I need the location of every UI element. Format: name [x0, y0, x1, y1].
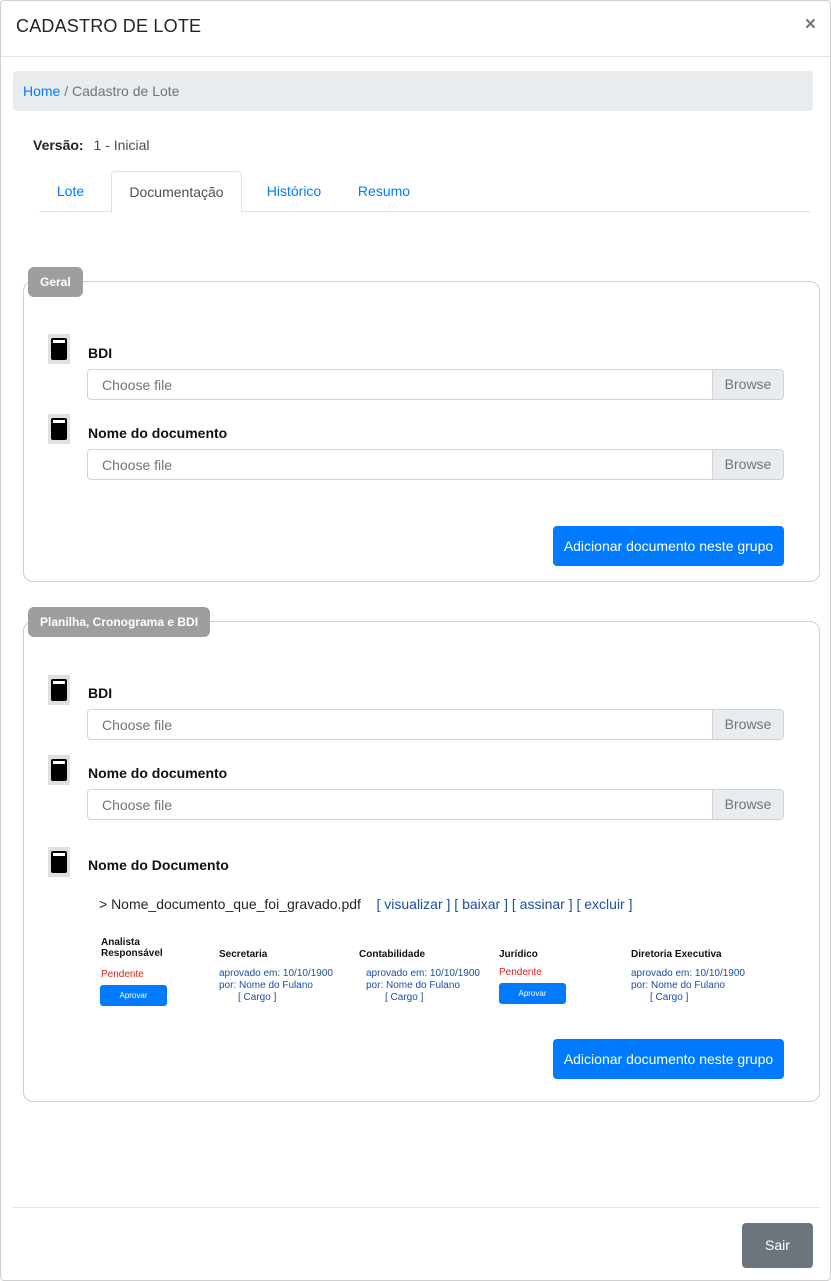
file-input-placeholder: Choose file [102, 457, 173, 473]
file-input-placeholder: Choose file [102, 797, 173, 813]
approval-analista: Analista Responsável Pendente Aprovar [100, 937, 181, 1007]
tab-resumo[interactable]: Resumo [345, 171, 423, 212]
version-label: Versão: [33, 137, 84, 153]
approve-button[interactable]: Aprovar [499, 983, 566, 1004]
approval-date: aprovado em: 10/10/1900 [366, 968, 480, 979]
approve-button[interactable]: Aprovar [100, 985, 167, 1006]
file-input[interactable]: Choose file Browse [87, 789, 784, 820]
uploaded-file-line: > Nome_documento_que_foi_gravado.pdf [ v… [99, 896, 633, 912]
breadcrumb-separator: / [64, 83, 69, 99]
approval-diretoria: Diretoria Executiva aprovado em: 10/10/1… [631, 949, 771, 1004]
tab-historico[interactable]: Histórico [253, 171, 335, 212]
footer-divider [13, 1207, 820, 1208]
uploaded-filename: > Nome_documento_que_foi_gravado.pdf [99, 896, 361, 912]
add-document-button[interactable]: Adicionar documento neste grupo [553, 526, 784, 566]
group-legend-geral: Geral [28, 267, 83, 297]
approval-date: aprovado em: 10/10/1900 [631, 968, 745, 979]
approval-role: Contabilidade [359, 949, 426, 960]
approval-cargo: [ Cargo ] [238, 992, 277, 1003]
breadcrumb-home-link[interactable]: Home [23, 83, 60, 99]
file-input[interactable]: Choose file Browse [87, 709, 784, 740]
approval-role: Diretoria Executiva [631, 949, 722, 960]
exit-button[interactable]: Sair [742, 1223, 813, 1268]
tab-documentacao[interactable]: Documentação [111, 171, 242, 213]
modal-title: CADASTRO DE LOTE [16, 16, 202, 36]
approval-secretaria: Secretaria aprovado em: 10/10/1900 por: … [219, 949, 349, 1004]
sign-link[interactable]: [ assinar ] [512, 896, 573, 912]
approval-role: Jurídico [499, 949, 538, 960]
document-label: BDI [88, 345, 113, 361]
download-link[interactable]: [ baixar ] [454, 896, 508, 912]
file-input[interactable]: Choose file Browse [87, 449, 784, 480]
approval-role: Secretaria [219, 949, 268, 960]
breadcrumb: Home / Cadastro de Lote [13, 71, 813, 111]
delete-link[interactable]: [ excluir ] [576, 896, 632, 912]
approval-by: por: Nome do Fulano [631, 980, 725, 991]
view-link[interactable]: [ visualizar ] [376, 896, 450, 912]
approval-juridico: Jurídico Pendente Aprovar [499, 949, 579, 1009]
approval-status: Pendente [499, 967, 542, 978]
close-button[interactable]: × [805, 15, 816, 35]
group-legend-planilha: Planilha, Cronograma e BDI [28, 607, 211, 637]
version-info: Versão: 1 - Inicial [33, 137, 150, 153]
approval-status: Pendente [101, 969, 144, 980]
approval-by: por: Nome do Fulano [219, 980, 313, 991]
approval-date: aprovado em: 10/10/1900 [219, 968, 333, 979]
approval-cargo: [ Cargo ] [385, 992, 424, 1003]
modal-dialog: CADASTRO DE LOTE × Home / Cadastro de Lo… [0, 0, 831, 1281]
file-input[interactable]: Choose file Browse [87, 369, 784, 400]
file-input-placeholder: Choose file [102, 717, 173, 733]
add-document-button[interactable]: Adicionar documento neste grupo [553, 1039, 784, 1079]
document-label: Nome do documento [88, 425, 228, 441]
approval-by: por: Nome do Fulano [366, 980, 460, 991]
document-icon [48, 334, 70, 364]
document-icon [48, 755, 70, 785]
browse-button[interactable]: Browse [712, 450, 783, 479]
file-input-placeholder: Choose file [102, 377, 173, 393]
approval-contabilidade: Contabilidade aprovado em: 10/10/1900 po… [359, 949, 489, 1004]
modal-header: CADASTRO DE LOTE × [1, 1, 830, 57]
document-icon [48, 675, 70, 705]
browse-button[interactable]: Browse [712, 370, 783, 399]
approval-cargo: [ Cargo ] [650, 992, 689, 1003]
document-icon [48, 847, 70, 877]
document-label: BDI [88, 685, 113, 701]
version-value: 1 - Inicial [93, 137, 150, 153]
approval-role: Analista Responsável [101, 937, 163, 959]
tab-lote[interactable]: Lote [39, 171, 102, 212]
uploaded-document-label: Nome do Documento [88, 857, 229, 873]
breadcrumb-current: Cadastro de Lote [72, 83, 180, 99]
tab-bar: Lote Documentação Histórico Resumo [39, 171, 810, 213]
browse-button[interactable]: Browse [712, 790, 783, 819]
browse-button[interactable]: Browse [712, 710, 783, 739]
document-label: Nome do documento [88, 765, 228, 781]
document-icon [48, 414, 70, 444]
